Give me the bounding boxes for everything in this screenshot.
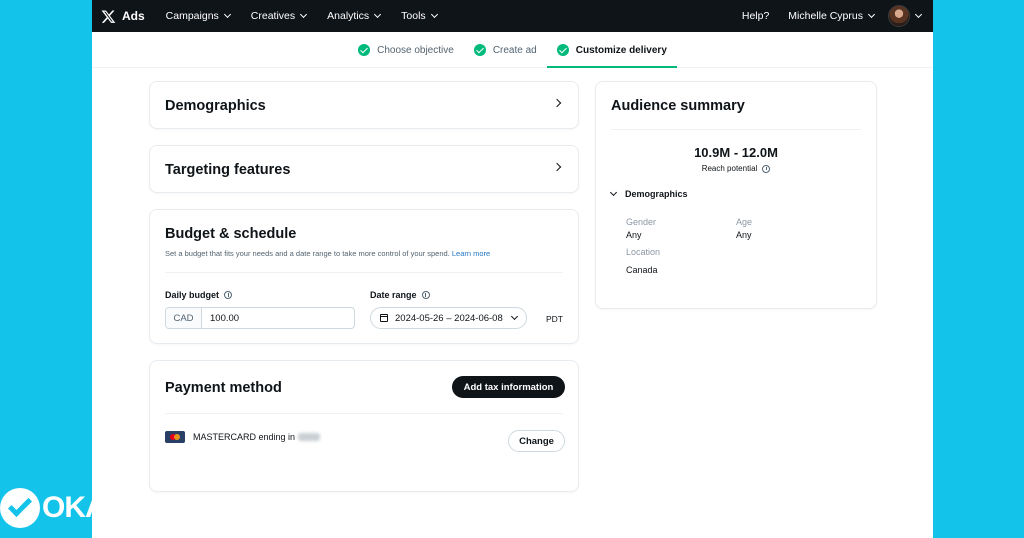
chevron-down-icon [914,10,923,19]
check-circle-icon [358,44,371,56]
step-choose-objective[interactable]: Choose objective [348,32,464,68]
targeting-title: Targeting features [165,162,291,178]
nav-right: Help? Michelle Cyprus [742,5,933,27]
chevron-right-icon [552,162,562,172]
brand-label: Ads [122,9,145,23]
payment-card: Payment method Add tax information MASTE… [149,360,579,492]
add-tax-button[interactable]: Add tax information [452,376,565,398]
chevron-down-icon [430,10,438,19]
date-range-value: 2024-05-26 – 2024-06-08 [395,312,503,324]
watermark-logo: OKA [0,488,107,528]
info-icon[interactable] [421,291,430,299]
chevron-down-icon [374,10,382,19]
demographics-toggle[interactable]: Demographics [609,188,688,199]
chevron-down-icon [609,188,618,197]
date-range-label-text: Date range [370,290,417,300]
step-customize-delivery[interactable]: Customize delivery [546,32,678,68]
chevron-down-icon [300,10,308,19]
nav-creatives[interactable]: Creatives [250,10,308,22]
step-label: Create ad [492,44,537,56]
date-range-picker[interactable]: 2024-05-26 – 2024-06-08 [370,307,527,329]
user-name: Michelle Cyprus [788,10,863,22]
top-nav: Ads Campaigns Creatives Analytics Tools … [92,0,933,32]
daily-budget-label: Daily budget [165,290,233,300]
learn-more-link[interactable]: Learn more [452,249,490,258]
card-row: MASTERCARD ending in [165,431,321,443]
step-create-ad[interactable]: Create ad [464,32,547,68]
brand[interactable]: Ads [101,9,145,24]
chevron-down-icon [223,10,231,19]
nav-campaigns[interactable]: Campaigns [165,10,231,22]
daily-budget-label-text: Daily budget [165,290,220,300]
watermark-text: OKA [42,491,107,524]
info-icon[interactable] [762,164,771,173]
check-logo-icon [0,488,40,528]
nav-tools[interactable]: Tools [401,10,438,22]
location-label: Location [626,247,661,257]
nav-tools-label: Tools [401,10,426,22]
reach-label-text: Reach potential [701,164,758,173]
demographics-card[interactable]: Demographics [149,81,579,129]
step-label: Customize delivery [575,44,667,56]
redacted-digits [298,433,321,441]
reach-label: Reach potential [596,164,876,173]
gender-value: Any [626,230,642,240]
info-icon[interactable] [224,291,233,299]
budget-card: Budget & schedule Set a budget that fits… [149,209,579,344]
targeting-card[interactable]: Targeting features [149,145,579,193]
timezone-label: PDT [546,314,563,324]
check-circle-icon [473,44,486,56]
age-value: Any [736,230,752,240]
chevron-right-icon [552,98,562,108]
step-label: Choose objective [377,44,454,56]
budget-title: Budget & schedule [165,226,297,242]
calendar-icon [380,314,388,322]
nav-campaigns-label: Campaigns [165,10,219,22]
gender-label: Gender [626,217,657,227]
card-label: MASTERCARD ending in [193,432,296,442]
budget-amount[interactable]: 100.00 [202,308,354,328]
mastercard-icon [165,431,185,443]
x-logo-icon [101,9,116,23]
nav-analytics[interactable]: Analytics [327,10,382,22]
budget-description: Set a budget that fits your needs and a … [165,249,490,258]
change-button[interactable]: Change [508,430,565,452]
nav-creatives-label: Creatives [250,10,296,22]
chevron-down-icon [510,312,518,321]
summary-title: Audience summary [611,98,745,114]
progress-stepper: Choose objective Create ad Customize del… [92,32,933,68]
account-menu[interactable]: Michelle Cyprus [788,5,923,27]
date-range-label: Date range [370,290,430,300]
daily-budget-input[interactable]: CAD 100.00 [165,307,355,329]
demographics-title: Demographics [165,98,266,114]
chevron-down-icon [867,10,876,19]
help-link[interactable]: Help? [742,10,769,22]
avatar [888,5,910,27]
divider [165,272,563,273]
location-value: Canada [626,265,658,275]
divider [611,129,861,130]
budget-description-text: Set a budget that fits your needs and a … [165,249,450,258]
reach-value: 10.9M - 12.0M [694,145,778,160]
ads-window: Ads Campaigns Creatives Analytics Tools … [92,0,933,538]
currency-label: CAD [166,308,202,328]
divider [165,413,563,414]
demographics-toggle-label: Demographics [625,189,688,199]
audience-summary-card: Audience summary 10.9M - 12.0M Reach pot… [595,81,877,309]
age-label: Age [736,217,753,227]
payment-title: Payment method [165,380,282,396]
reach-estimate: 10.9M - 12.0M Reach potential [596,145,876,173]
nav-analytics-label: Analytics [327,10,370,22]
check-circle-icon [556,44,569,56]
